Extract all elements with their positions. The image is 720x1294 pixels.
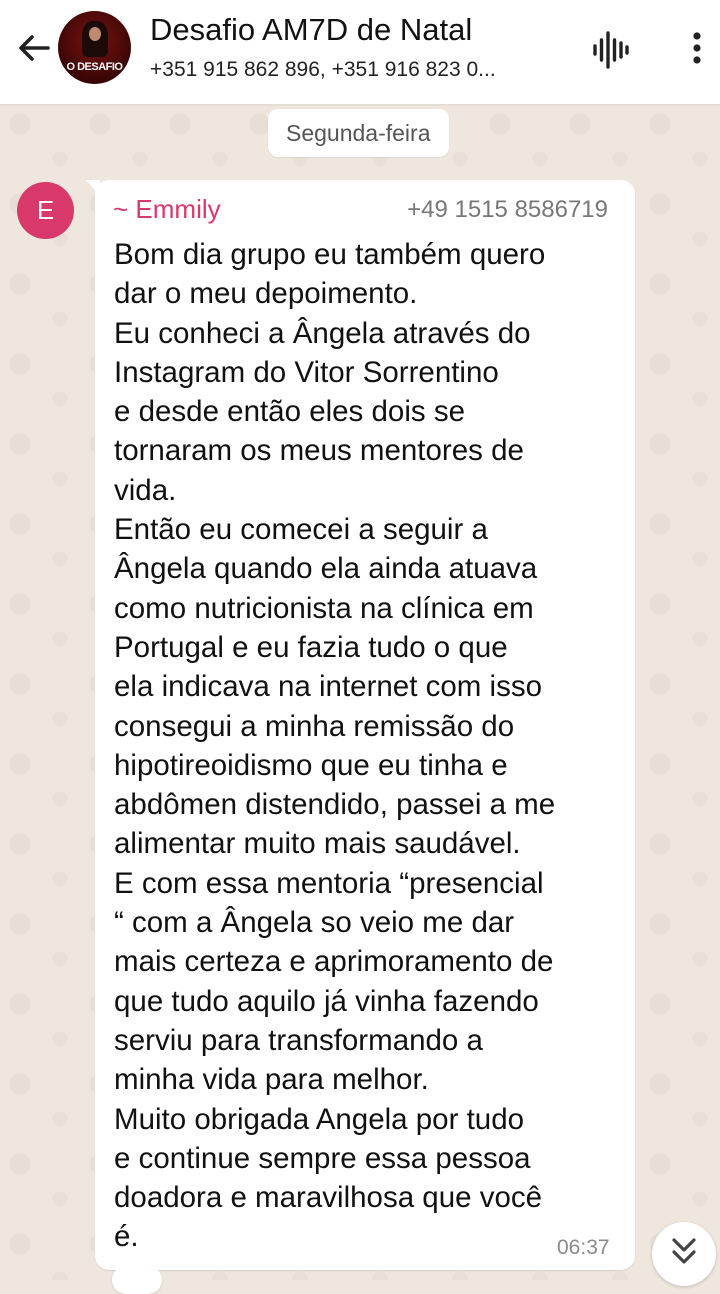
voice-chat-icon [593, 31, 629, 69]
message-timestamp: 06:37 [557, 1236, 610, 1259]
sender-name[interactable]: ~ Emmily [113, 194, 221, 225]
avatar-label: O DESAFIO [66, 61, 123, 73]
next-message-reaction[interactable] [112, 1266, 162, 1294]
avatar-face [89, 27, 101, 41]
sender-phone[interactable]: +49 1515 8586719 [407, 196, 608, 224]
chat-header: O DESAFIO Desafio AM7D de Natal +351 915… [0, 0, 720, 104]
group-avatar[interactable]: O DESAFIO [58, 11, 131, 84]
voice-chat-button[interactable] [588, 28, 632, 72]
chat-participants[interactable]: +351 915 862 896, +351 916 823 0... [150, 58, 562, 82]
message-bubble[interactable]: ~ Emmily +49 1515 8586719 Bom dia grupo … [95, 180, 635, 1270]
double-chevron-down-icon [672, 1238, 696, 1264]
chat-title[interactable]: Desafio AM7D de Natal [150, 12, 472, 48]
scroll-to-bottom-button[interactable] [652, 1222, 716, 1286]
more-vert-icon [693, 32, 701, 64]
sender-avatar[interactable]: E [17, 182, 74, 239]
message-text: Bom dia grupo eu também quero dar o meu … [114, 238, 556, 1254]
date-separator: Segunda-feira [268, 109, 449, 157]
arrow-back-icon [19, 35, 50, 61]
more-options-button[interactable] [676, 26, 716, 70]
back-button[interactable] [12, 26, 56, 70]
